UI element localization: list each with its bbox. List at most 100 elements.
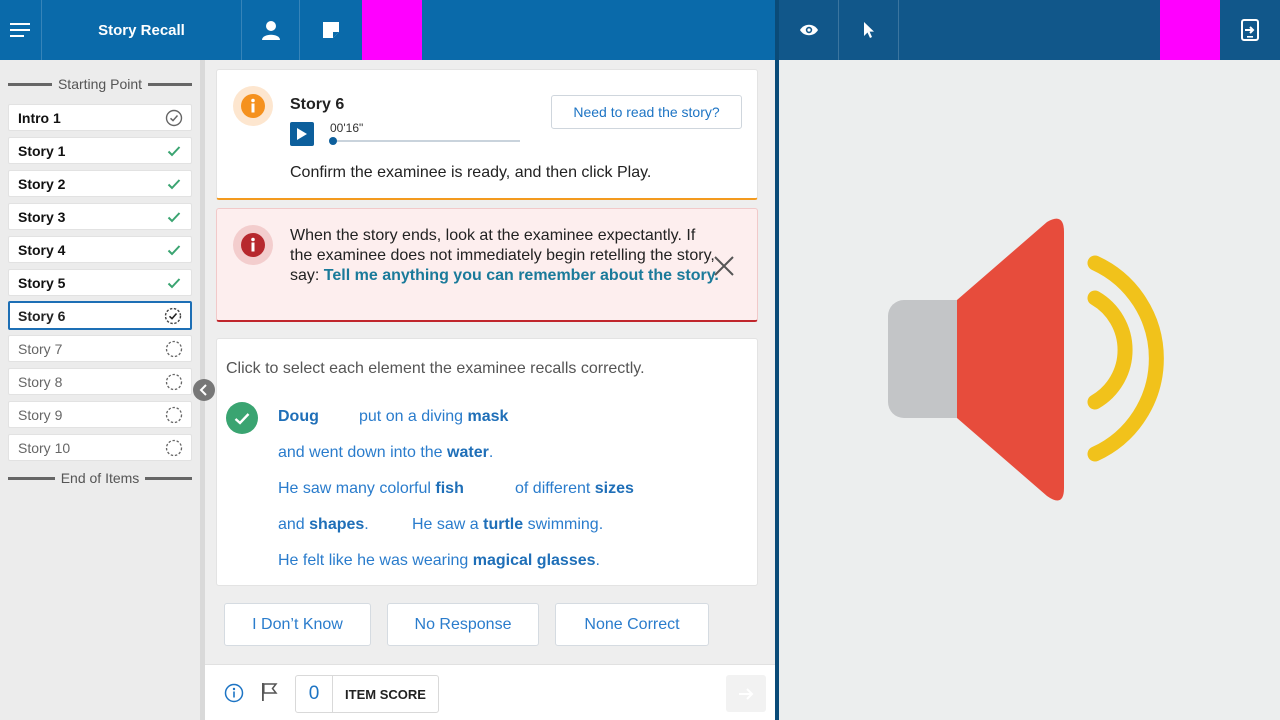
sidebar-item-story-10[interactable]: Story 10 [8, 434, 192, 461]
audio-time: 00'16" [330, 121, 364, 135]
story-card: Story 6 Need to read the story? 00'16" C… [216, 69, 758, 200]
placeholder-block-right [1160, 0, 1220, 60]
sidebar-item-story-5[interactable]: Story 5 [8, 269, 192, 296]
info-badge [233, 86, 273, 126]
complete-check-icon [165, 274, 183, 292]
notes-button[interactable] [300, 0, 362, 60]
check-icon [234, 412, 250, 425]
item-score-label: ITEM SCORE [345, 686, 426, 702]
switch-device-icon [1241, 19, 1259, 41]
story-title: Story 6 [290, 96, 345, 113]
phrase-text: put on a diving [359, 408, 468, 425]
menu-icon [9, 23, 30, 37]
complete-check-icon [165, 208, 183, 226]
recall-element[interactable]: Doug [278, 408, 319, 426]
phrase-text: and [278, 516, 310, 533]
alert-badge [233, 225, 273, 265]
sidebar-item-story-3[interactable]: Story 3 [8, 203, 192, 230]
sidebar-item-label: Story 9 [18, 406, 63, 423]
sidebar-item-story-7[interactable]: Story 7 [8, 335, 192, 362]
note-icon [323, 22, 339, 38]
sidebar-item-story-1[interactable]: Story 1 [8, 137, 192, 164]
pending-circle-icon [165, 373, 183, 391]
sidebar-item-intro-1[interactable]: Intro 1 [8, 104, 192, 131]
sidebar-item-story-8[interactable]: Story 8 [8, 368, 192, 395]
phrase-key: turtle [483, 516, 524, 533]
sidebar-item-label: Story 7 [18, 340, 63, 357]
info-icon [241, 94, 265, 118]
phrase-key: mask [467, 408, 509, 425]
phrase-text: swimming. [523, 516, 604, 533]
recall-element[interactable]: He saw a turtle swimming. [412, 516, 603, 534]
chevron-left-icon [199, 384, 207, 396]
recall-element[interactable]: put on a diving mask [359, 408, 508, 426]
i-dont-know-button[interactable]: I Don’t Know [224, 603, 371, 646]
item-score-value: 0 [296, 676, 333, 712]
phrase-key: magical glasses [472, 552, 596, 569]
sidebar-item-label: Story 6 [18, 307, 66, 324]
end-of-items-label: End of Items [60, 470, 140, 486]
sidebar-item-label: Story 3 [18, 208, 66, 225]
phrase-text: . [595, 552, 600, 569]
next-item-button[interactable] [726, 675, 766, 712]
sidebar-item-story-4[interactable]: Story 4 [8, 236, 192, 263]
phrase-text: and went down into the [278, 444, 448, 461]
phrase-text: He saw many colorful [278, 480, 436, 497]
examinee-view-pane [779, 60, 1280, 720]
starting-point-label: Starting Point [57, 76, 143, 92]
recall-check-badge [226, 402, 258, 434]
collapse-sidebar-button[interactable] [193, 379, 215, 401]
sidebar-item-label: Story 2 [18, 175, 66, 192]
none-correct-button[interactable]: None Correct [555, 603, 709, 646]
close-icon [714, 256, 734, 276]
footer-bar: 0 ITEM SCORE [205, 664, 775, 720]
recall-element[interactable]: of different sizes [515, 480, 634, 498]
app-title: Story Recall [98, 21, 185, 39]
flag-button[interactable] [260, 682, 278, 707]
sidebar-item-story-2[interactable]: Story 2 [8, 170, 192, 197]
sidebar-item-label: Intro 1 [18, 109, 61, 126]
menu-button[interactable] [0, 0, 42, 60]
story-instruction: Confirm the examinee is ready, and then … [290, 164, 652, 181]
no-response-button[interactable]: No Response [387, 603, 539, 646]
phrase-key: sizes [594, 480, 634, 497]
examinee-button[interactable] [242, 0, 300, 60]
recall-element[interactable]: and shapes. [278, 516, 369, 534]
flag-icon [262, 683, 278, 701]
sidebar-item-label: Story 8 [18, 373, 63, 390]
alert-card: When the story ends, look at the examine… [216, 208, 758, 322]
need-to-read-story-button[interactable]: Need to read the story? [551, 95, 742, 129]
recall-element[interactable]: He felt like he was wearing magical glas… [278, 552, 600, 570]
pointer-button[interactable] [839, 0, 899, 60]
switch-device-button[interactable] [1220, 0, 1280, 60]
play-button[interactable] [290, 122, 314, 146]
eye-icon [799, 24, 818, 36]
audio-progress-handle[interactable] [329, 137, 337, 145]
speaker-volume-icon [888, 218, 1164, 501]
app-title-area: Story Recall [42, 0, 242, 60]
sidebar-item-label: Story 4 [18, 241, 66, 258]
phrase-text: of different [515, 480, 595, 497]
pending-circle-icon [165, 406, 183, 424]
alert-close-button[interactable] [712, 254, 736, 278]
recall-element[interactable]: and went down into the water. [278, 444, 493, 462]
complete-check-icon [165, 142, 183, 160]
reviewed-check-icon [165, 109, 183, 127]
pending-circle-icon [165, 439, 183, 457]
sidebar-item-story-6[interactable]: Story 6 [8, 301, 192, 330]
alert-prompt: Tell me anything you can remember about … [323, 267, 719, 284]
phrase-key: shapes [309, 516, 365, 533]
phrase-key: water [447, 444, 489, 461]
sidebar-item-story-9[interactable]: Story 9 [8, 401, 192, 428]
recall-element[interactable]: He saw many colorful fish [278, 480, 464, 498]
cursor-icon [863, 22, 874, 38]
phrase-text: . [488, 444, 494, 461]
sidebar-item-label: Story 1 [18, 142, 66, 159]
pending-circle-icon [165, 340, 183, 358]
examinee-view-button[interactable] [779, 0, 839, 60]
main-panel: Story 6 Need to read the story? 00'16" C… [205, 60, 775, 720]
phrase-key: Doug [278, 408, 319, 425]
item-info-button[interactable] [224, 683, 244, 708]
phrase-text: . [364, 516, 369, 533]
audio-progress-track[interactable] [330, 140, 520, 142]
